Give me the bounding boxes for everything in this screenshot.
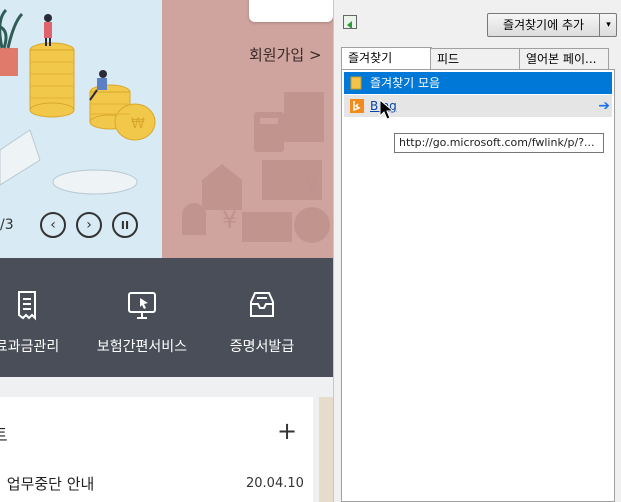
favorites-bar-folder[interactable]: 즐겨찾기 모음 [344, 72, 612, 94]
add-to-favorites-label: 즐겨찾기에 추가 [502, 18, 585, 32]
svg-text:¥: ¥ [222, 206, 237, 234]
url-tooltip: http://go.microsoft.com/fwlink/p/?... [394, 133, 604, 153]
tab-feeds[interactable]: 피드 [430, 48, 521, 69]
slide-pause-button[interactable]: II [112, 212, 138, 238]
notice-item-link[interactable]: ! 업무중단 안내 [0, 473, 94, 494]
service-label: 료과금관리 [0, 339, 60, 355]
chevron-right-icon: › [86, 217, 92, 233]
bing-icon [350, 99, 364, 113]
slide-prev-button[interactable]: ‹ [40, 212, 66, 238]
notice-card: 트 + ! 업무중단 안내 20.04.10 [0, 397, 313, 502]
notice-more-button[interactable]: + [277, 417, 297, 445]
webpage-viewport: ₩ ¥ ¥ 회원가입 > /3 ‹ › II 료과금관리 보험간편서비스 증명서… [0, 0, 333, 502]
hero-background-pattern: ¥ ¥ [162, 0, 333, 258]
join-link[interactable]: 회원가입 > [249, 44, 322, 65]
open-in-tab-arrow-icon[interactable]: ➔ [598, 95, 610, 117]
favorites-center-pane: 즐겨찾기에 추가 ▾ 즐겨찾기 피드 열어본 페이... 즐겨찾기 모음 Bin… [333, 0, 621, 502]
mouse-cursor-icon [379, 98, 395, 120]
service-label: 보험간편서비스 [96, 339, 188, 355]
service-certificate-issue[interactable]: 증명서발급 [222, 288, 302, 356]
add-to-favorites-dropdown[interactable]: ▾ [599, 14, 617, 36]
login-panel-edge [249, 0, 333, 22]
chevron-down-icon: ▾ [606, 20, 611, 30]
pin-favorites-button[interactable] [343, 15, 357, 29]
notice-title: 트 [0, 421, 8, 446]
receipt-icon [18, 291, 36, 321]
service-fee-management[interactable]: 료과금관리 [0, 288, 62, 356]
folder-label: 즐겨찾기 모음 [370, 76, 441, 90]
service-menu-bar: 료과금관리 보험간편서비스 증명서발급 [0, 258, 333, 377]
finance-pattern: ¥ ¥ [182, 92, 330, 243]
slide-next-button[interactable]: › [76, 212, 102, 238]
monitor-pointer-icon [128, 292, 156, 319]
green-arrow-icon [347, 21, 352, 29]
pause-icon: II [120, 218, 130, 232]
notice-item-date: 20.04.10 [246, 476, 304, 491]
chevron-left-icon: ‹ [50, 217, 56, 233]
notice-section: 트 + ! 업무중단 안내 20.04.10 [0, 377, 333, 502]
tab-favorites[interactable]: 즐겨찾기 [341, 47, 432, 70]
service-insurance-simple[interactable]: 보험간편서비스 [92, 288, 192, 356]
svg-text:₩: ₩ [131, 116, 145, 132]
service-label: 증명서발급 [229, 339, 295, 355]
folder-icon [350, 76, 362, 90]
tab-history[interactable]: 열어본 페이... [519, 48, 609, 69]
add-to-favorites-button[interactable]: 즐겨찾기에 추가 ▾ [487, 13, 617, 37]
svg-text:¥: ¥ [304, 170, 319, 198]
inbox-icon [250, 292, 274, 317]
side-banner-edge [319, 397, 333, 502]
slide-counter: /3 [0, 217, 14, 233]
